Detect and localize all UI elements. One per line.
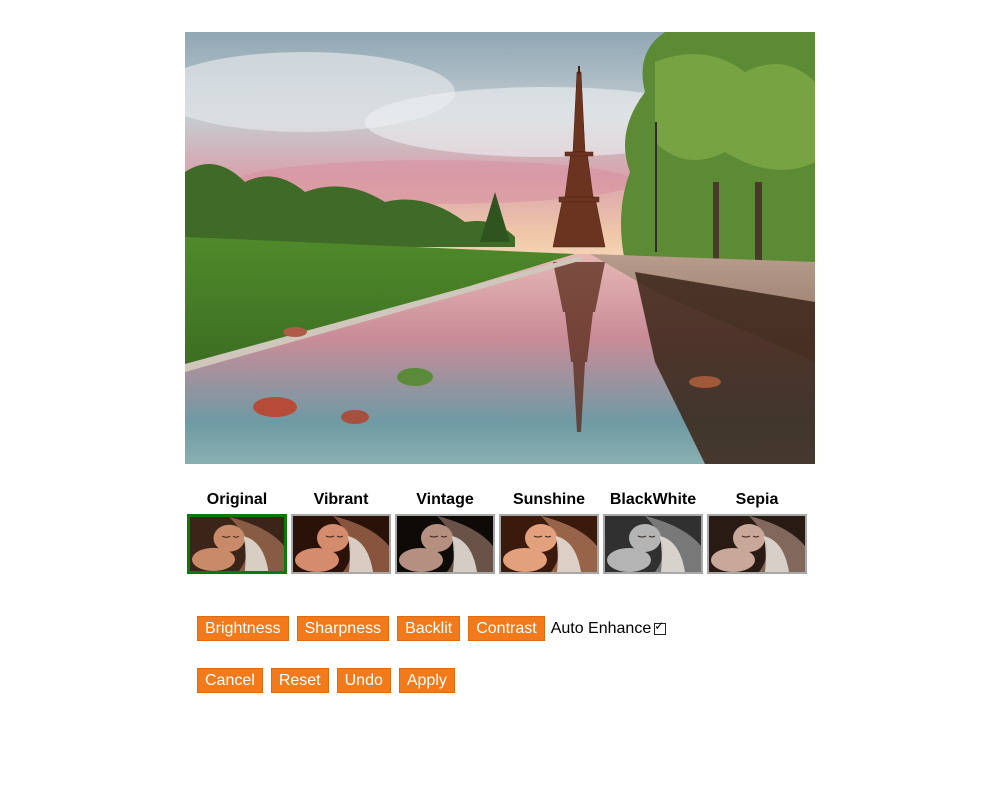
filter-thumbnail[interactable] [291, 514, 391, 574]
photo-editor: Original Vibrant Vintage Sunshine BlackWhite… [0, 0, 1000, 800]
filter-option-original[interactable]: Original [185, 490, 289, 574]
auto-enhance-checkbox[interactable]: ✓ [654, 619, 667, 635]
filter-option-blackwhite[interactable]: BlackWhite [601, 490, 705, 574]
auto-enhance-control: Auto Enhance ✓ [550, 619, 667, 638]
filter-option-vintage[interactable]: Vintage [393, 490, 497, 574]
filter-label: Vibrant [313, 491, 369, 508]
main-photo [185, 32, 815, 464]
auto-enhance-label: Auto Enhance [550, 619, 652, 637]
baby-photo-thumbnail [293, 516, 389, 572]
filter-label: Original [206, 491, 268, 508]
cancel-button[interactable]: Cancel [197, 668, 263, 693]
filter-thumbnail[interactable] [603, 514, 703, 574]
filter-option-vibrant[interactable]: Vibrant [289, 490, 393, 574]
filter-thumbnail[interactable] [499, 514, 599, 574]
baby-photo-thumbnail [605, 516, 701, 572]
checkmark-icon: ✓ [654, 618, 665, 633]
filter-option-sepia[interactable]: Sepia [705, 490, 809, 574]
baby-photo-thumbnail [397, 516, 493, 572]
baby-photo-thumbnail [501, 516, 597, 572]
action-toolbar: Cancel Reset Undo Apply [197, 668, 463, 693]
apply-button[interactable]: Apply [398, 668, 455, 693]
contrast-button[interactable]: Contrast [468, 616, 545, 641]
filter-label: Sepia [735, 491, 779, 508]
filter-thumbnail[interactable] [187, 514, 287, 574]
baby-photo-thumbnail [709, 516, 805, 572]
adjustment-toolbar: Brightness Sharpness Backlit Contrast Au… [197, 616, 667, 641]
filter-label: Sunshine [512, 491, 585, 508]
filter-thumbnail[interactable] [707, 514, 807, 574]
backlit-button[interactable]: Backlit [397, 616, 461, 641]
filter-option-sunshine[interactable]: Sunshine [497, 490, 601, 574]
filter-label: BlackWhite [609, 491, 697, 508]
brightness-button[interactable]: Brightness [197, 616, 289, 641]
baby-photo-thumbnail [190, 517, 284, 571]
sharpness-button[interactable]: Sharpness [296, 616, 390, 641]
eiffel-tower-photo [185, 32, 815, 464]
filter-thumbnail[interactable] [395, 514, 495, 574]
filter-label: Vintage [416, 491, 474, 508]
undo-button[interactable]: Undo [336, 668, 391, 693]
reset-button[interactable]: Reset [270, 668, 329, 693]
